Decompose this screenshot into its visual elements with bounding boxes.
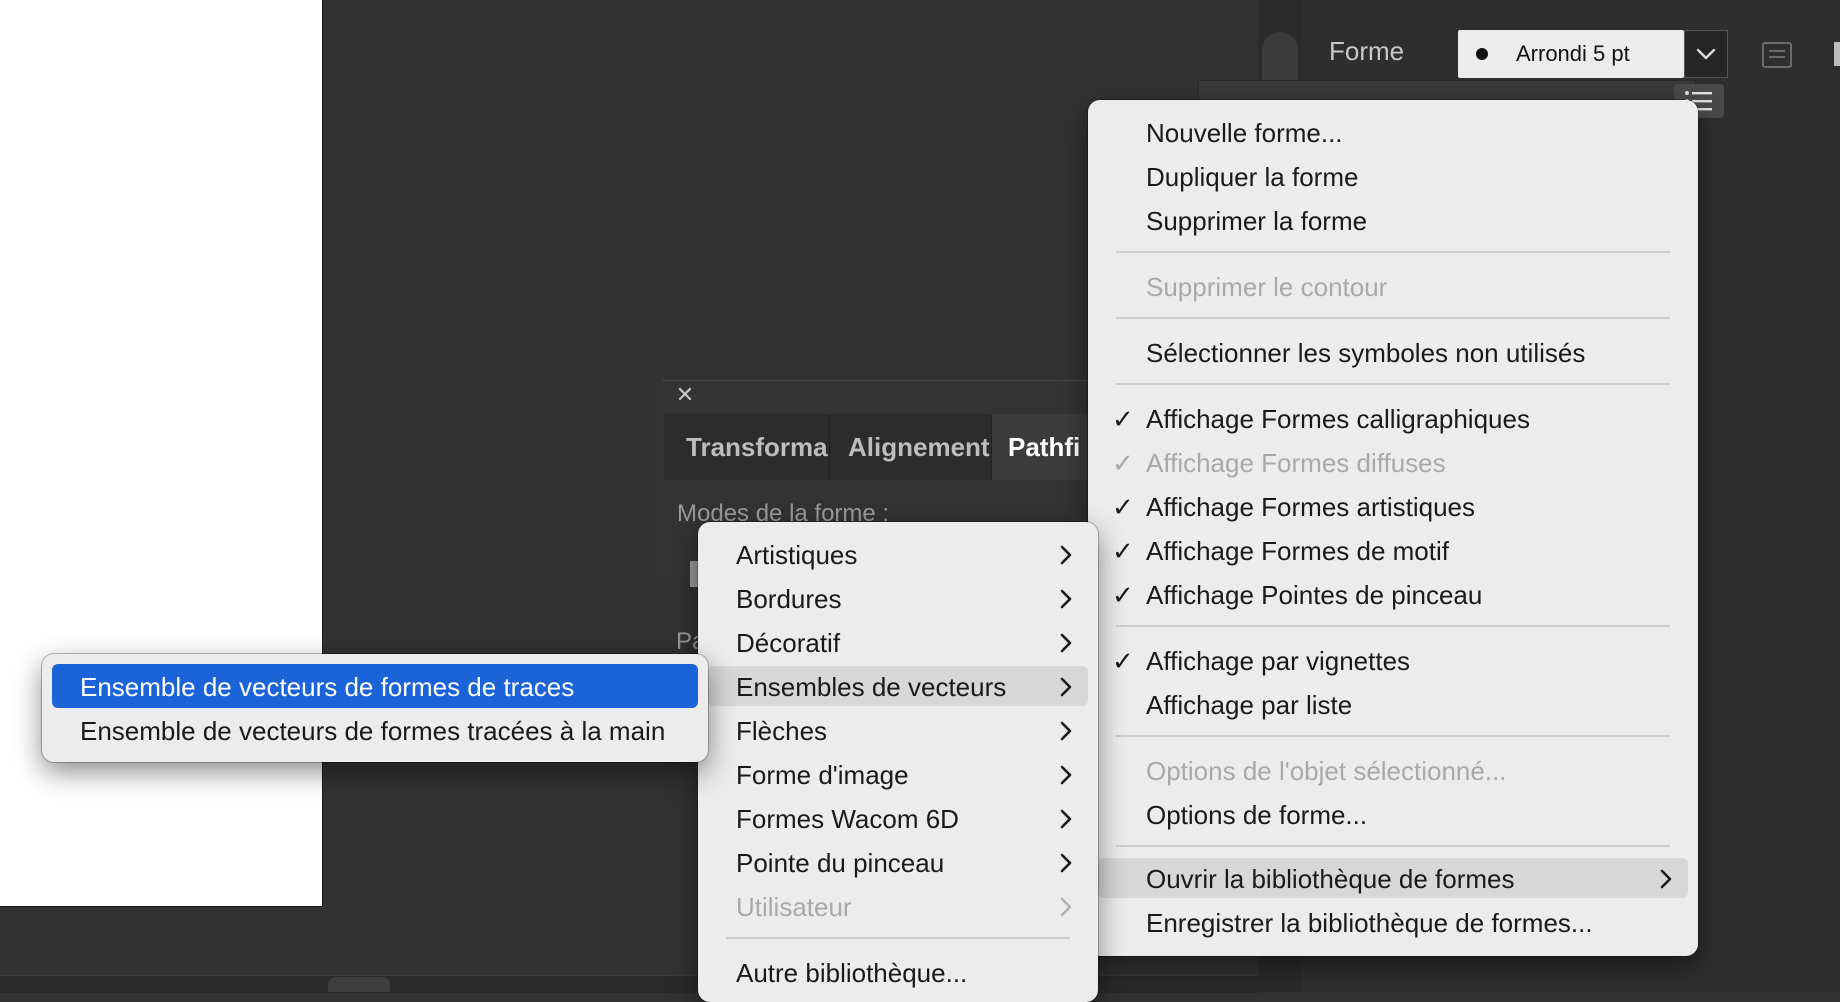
menu-item-remove-stroke: Supprimer le contour [1146,272,1388,302]
round-brush-icon [1476,48,1488,60]
menu-item-show-art[interactable]: ✓ Affichage Formes artistiques [1098,486,1688,526]
menu-separator [1116,251,1670,253]
edge-tab [1834,42,1840,66]
menu-item-show-pattern[interactable]: ✓ Affichage Formes de motif [1098,530,1688,570]
menu-item-list-view[interactable]: Affichage par liste [1098,684,1688,724]
chevron-right-icon [1060,545,1072,565]
chevron-right-icon [1060,897,1072,917]
chevron-right-icon [1060,853,1072,873]
menu-separator [1116,317,1670,319]
menu-item-show-bristle[interactable]: ✓ Affichage Pointes de pinceau [1098,574,1688,614]
chevron-right-icon [1060,721,1072,741]
checkmark-icon: ✓ [1112,536,1134,566]
menu-item-thumbnail-view[interactable]: ✓ Affichage par vignettes [1098,640,1688,680]
submenu-item-hand-drawn-brush-vectors[interactable]: Ensemble de vecteurs de formes tracées à… [52,710,698,750]
vector-packs-submenu: Ensemble de vecteurs de formes de traces… [42,654,708,762]
chevron-down-icon [1696,48,1716,60]
menu-item-new-brush[interactable]: Nouvelle forme... [1098,112,1688,152]
menu-item-show-calligraphic[interactable]: ✓ Affichage Formes calligraphiques [1098,398,1688,438]
submenu-item-bristle-brush[interactable]: Pointe du pinceau [708,842,1088,882]
brush-library-submenu: Artistiques Bordures Décoratif Ensembles… [698,522,1098,1002]
checkmark-icon: ✓ [1112,404,1134,434]
brush-select[interactable]: Arrondi 5 pt [1458,30,1684,78]
menu-item-open-brush-library[interactable]: Ouvrir la bibliothèque de formes [1098,858,1688,898]
menu-separator [1116,845,1670,847]
menu-item-selected-object-options: Options de l'objet sélectionné... [1146,756,1507,786]
menu-item-delete-brush[interactable]: Supprimer la forme [1098,200,1688,240]
chevron-right-icon [1060,589,1072,609]
panel-options-icon[interactable] [1762,42,1792,68]
brush-dropdown-button[interactable] [1684,30,1728,78]
checkmark-icon: ✓ [1112,580,1134,610]
menu-separator [1116,383,1670,385]
menu-item-show-scatter: ✓ Affichage Formes diffuses [1112,448,1446,478]
menu-item-select-unused[interactable]: Sélectionner les symboles non utilisés [1098,332,1688,372]
submenu-item-vector-packs[interactable]: Ensembles de vecteurs [708,666,1088,706]
submenu-item-other-library[interactable]: Autre bibliothèque... [708,952,1088,992]
submenu-item-arrows[interactable]: Flèches [708,710,1088,750]
chevron-right-icon [1060,633,1072,653]
submenu-item-image-brush[interactable]: Forme d'image [708,754,1088,794]
menu-item-brush-options[interactable]: Options de forme... [1098,794,1688,834]
menu-item-duplicate-brush[interactable]: Dupliquer la forme [1098,156,1688,196]
menu-item-save-brush-library[interactable]: Enregistrer la bibliothèque de formes... [1098,902,1688,942]
submenu-item-borders[interactable]: Bordures [708,578,1088,618]
submenu-item-artistic[interactable]: Artistiques [708,534,1088,574]
submenu-item-trace-brush-vectors[interactable]: Ensemble de vecteurs de formes de traces [52,664,698,708]
menu-separator [1116,735,1670,737]
chevron-right-icon [1660,869,1672,889]
pathfinder-tabs: Transforma Alignement Pathfi [664,414,1112,480]
tab-alignment[interactable]: Alignement [830,414,992,480]
close-icon[interactable]: ✕ [674,384,696,406]
menu-separator [726,937,1070,939]
brush-select-value: Arrondi 5 pt [1516,41,1630,66]
chevron-right-icon [1060,677,1072,697]
checkmark-icon: ✓ [1112,492,1134,522]
artboard[interactable] [0,0,323,907]
submenu-item-decorative[interactable]: Décoratif [708,622,1088,662]
scroll-knob[interactable] [328,977,390,992]
brush-label: Forme [1329,36,1405,66]
checkmark-icon: ✓ [1112,646,1134,676]
checkmark-icon: ✓ [1112,448,1134,478]
submenu-item-wacom-6d[interactable]: Formes Wacom 6D [708,798,1088,838]
chevron-right-icon [1060,809,1072,829]
chevron-right-icon [1060,765,1072,785]
submenu-item-user: Utilisateur [708,886,1088,926]
menu-separator [1116,625,1670,627]
tab-transform[interactable]: Transforma [664,414,830,480]
brushes-panel-menu: Nouvelle forme... Dupliquer la forme Sup… [1088,100,1698,956]
